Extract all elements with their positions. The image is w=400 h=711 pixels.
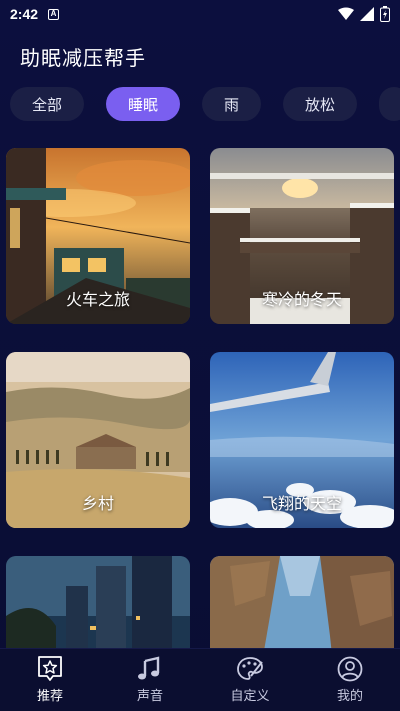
palette-icon bbox=[237, 657, 263, 680]
card-countryside[interactable]: 乡村 bbox=[6, 352, 190, 528]
card-label: 火车之旅 bbox=[65, 290, 130, 309]
wifi-icon bbox=[338, 7, 354, 20]
status-time: 2:42 bbox=[10, 6, 39, 22]
card-label: 寒冷的冬天 bbox=[261, 290, 342, 309]
star-frame-icon bbox=[38, 656, 62, 681]
status-bar: 2:42 A bbox=[0, 0, 400, 28]
nav-label: 推荐 bbox=[36, 689, 63, 704]
nav-profile[interactable]: 我的 bbox=[300, 649, 400, 711]
battery-icon bbox=[380, 6, 390, 22]
user-icon bbox=[337, 656, 363, 682]
category-tabs: 全部 睡眠 雨 放松 bbox=[10, 87, 400, 123]
nav-custom[interactable]: 自定义 bbox=[200, 649, 300, 711]
nav-label: 我的 bbox=[336, 689, 363, 704]
bottom-navigation: 推荐 声音 自定义 我的 bbox=[0, 648, 400, 711]
tab-more[interactable] bbox=[379, 87, 400, 121]
nav-label: 自定义 bbox=[230, 689, 270, 704]
status-icons bbox=[338, 6, 390, 22]
card-train-journey[interactable]: 火车之旅 bbox=[6, 148, 190, 324]
signal-icon bbox=[360, 7, 374, 21]
tab-relax[interactable]: 放松 bbox=[283, 87, 358, 121]
tab-rain[interactable]: 雨 bbox=[202, 87, 262, 121]
tab-sleep[interactable]: 睡眠 bbox=[106, 87, 181, 121]
card-label: 乡村 bbox=[81, 494, 114, 513]
card-cold-winter[interactable]: 寒冷的冬天 bbox=[210, 148, 394, 324]
page-title: 助眠减压帮手 bbox=[20, 46, 146, 70]
nav-label: 声音 bbox=[136, 689, 163, 704]
music-note-icon bbox=[138, 656, 160, 680]
card-label: 飞翔的天空 bbox=[261, 494, 342, 513]
nav-recommend[interactable]: 推荐 bbox=[0, 649, 100, 711]
card-flying-sky[interactable]: 飞翔的天空 bbox=[210, 352, 394, 528]
nav-sounds[interactable]: 声音 bbox=[100, 649, 200, 711]
notification-a-icon: A bbox=[48, 8, 60, 20]
tab-all[interactable]: 全部 bbox=[10, 87, 85, 121]
